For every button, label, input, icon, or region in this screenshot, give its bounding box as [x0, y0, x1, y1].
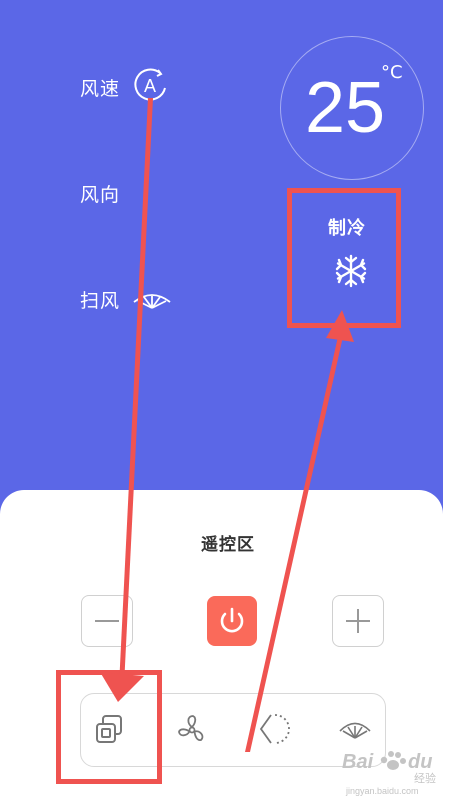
wind-direction-icon[interactable]: [257, 712, 291, 746]
decrease-temperature-button[interactable]: [81, 595, 133, 647]
sweep-status-icon: [133, 294, 171, 309]
auto-wind-icon: A: [134, 68, 166, 101]
auto-wind-letter: A: [144, 76, 156, 96]
watermark-url: jingyan.baidu.com: [345, 786, 419, 796]
right-edge: [443, 0, 460, 796]
sweep-label: 扫风: [80, 290, 121, 312]
temperature-value: 25: [305, 68, 386, 148]
fan-speed-icon[interactable]: [175, 712, 209, 746]
plus-icon: [346, 609, 370, 633]
paw-icon: [380, 751, 406, 770]
increase-temperature-button[interactable]: [332, 595, 384, 647]
watermark-brand: Bai: [342, 751, 374, 773]
annotation-box-mode: [287, 188, 401, 328]
remote-title: 遥控区: [201, 535, 255, 555]
power-button[interactable]: [207, 596, 257, 646]
wind-speed-label: 风速: [80, 78, 121, 100]
watermark-sub: 经验: [414, 771, 436, 785]
wind-direction-label: 风向: [80, 184, 121, 206]
power-icon: [220, 607, 244, 633]
watermark-brand-suffix: du: [408, 751, 432, 773]
baidu-watermark: Bai du 经验 jingyan.baidu.com: [342, 751, 436, 796]
minus-icon: [95, 620, 119, 622]
annotation-box-mode-button: [56, 670, 162, 784]
temperature-unit: °C: [381, 62, 403, 83]
